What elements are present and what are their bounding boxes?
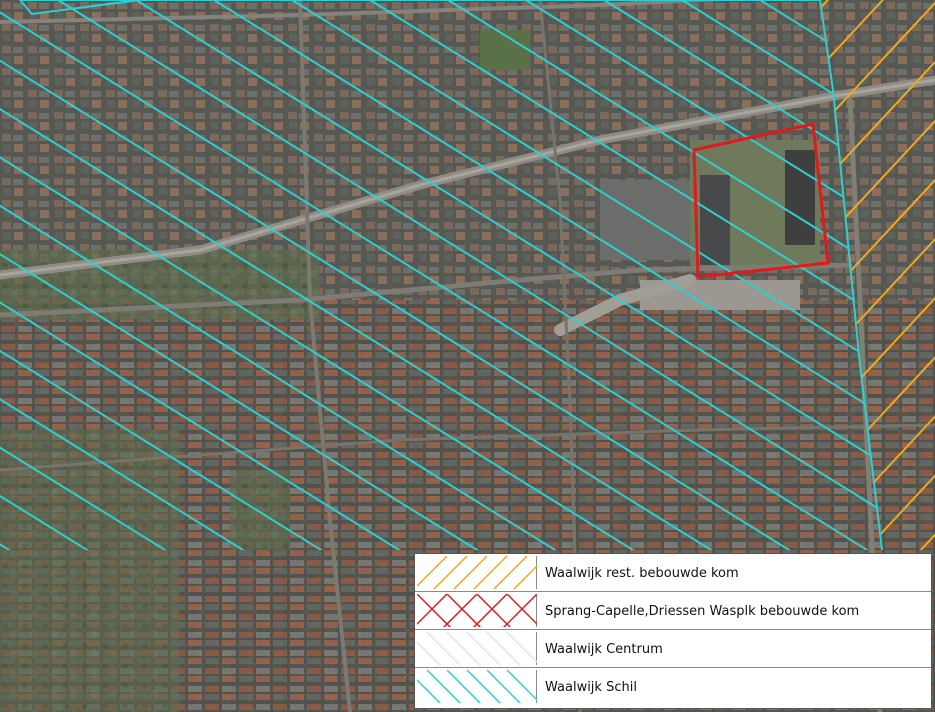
legend-item-waalwijk-centrum[interactable]: Waalwijk Centrum — [415, 630, 931, 668]
swatch-orange-hatch — [417, 556, 537, 589]
legend-label: Sprang-Capelle,Driessen Wasplk bebouwde … — [545, 604, 860, 619]
legend-item-sprang-capelle[interactable]: Sprang-Capelle,Driessen Wasplk bebouwde … — [415, 592, 931, 630]
legend-item-waalwijk-rest[interactable]: Waalwijk rest. bebouwde kom — [415, 554, 931, 592]
legend-label: Waalwijk Centrum — [545, 642, 663, 657]
swatch-white-hatch — [417, 632, 537, 665]
legend-item-waalwijk-schil[interactable]: Waalwijk Schil — [415, 668, 931, 706]
legend-label: Waalwijk Schil — [545, 680, 637, 695]
swatch-cyan-hatch — [417, 670, 537, 703]
swatch-red-hatch — [417, 594, 537, 627]
legend-label: Waalwijk rest. bebouwde kom — [545, 566, 739, 581]
map-legend: Waalwijk rest. bebouwde kom Sprang-Capel… — [414, 553, 932, 709]
